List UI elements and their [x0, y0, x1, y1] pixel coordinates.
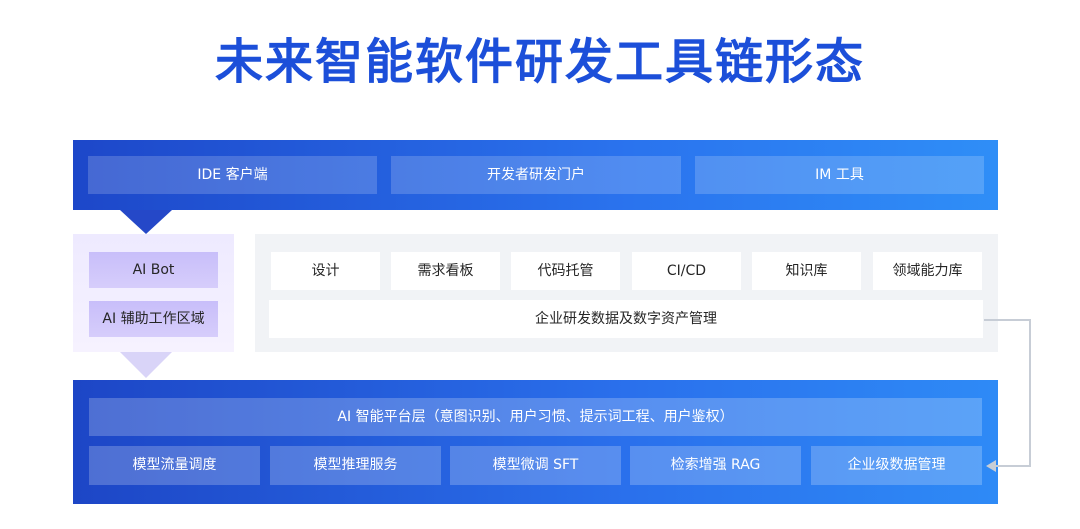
developer-portal-box: 开发者研发门户: [391, 156, 681, 194]
im-tool-box: IM 工具: [695, 156, 984, 194]
connector-line: [984, 319, 1031, 467]
ai-assist-panel: AI Bot AI 辅助工作区域: [73, 234, 234, 352]
diagram-title: 未来智能软件研发工具链形态: [214, 34, 865, 90]
ai-platform-layer: AI 智能平台层（意图识别、用户习惯、提示词工程、用户鉴权） 模型流量调度 模型…: [73, 380, 998, 504]
ide-client-box: IDE 客户端: [88, 156, 377, 194]
data-connector-arrow: [984, 319, 1031, 472]
down-arrow-middle: [120, 352, 172, 378]
model-finetune-box: 模型微调 SFT: [450, 446, 621, 485]
domain-capability-box: 领域能力库: [873, 252, 982, 290]
connector-arrowhead: [986, 460, 996, 472]
ai-platform-title-box: AI 智能平台层（意图识别、用户习惯、提示词工程、用户鉴权）: [89, 398, 982, 436]
model-inference-box: 模型推理服务: [270, 446, 441, 485]
rag-box: 检索增强 RAG: [630, 446, 801, 485]
knowledge-base-box: 知识库: [752, 252, 861, 290]
model-traffic-box: 模型流量调度: [89, 446, 260, 485]
tools-panel: 设计 需求看板 代码托管 CI/CD 知识库 领域能力库 企业研发数据及数字资产…: [255, 234, 998, 352]
enterprise-data-mgmt-box: 企业级数据管理: [811, 446, 982, 485]
ai-workspace-box: AI 辅助工作区域: [89, 301, 218, 337]
ai-bot-box: AI Bot: [89, 252, 218, 288]
cicd-box: CI/CD: [632, 252, 741, 290]
client-layer: IDE 客户端 开发者研发门户 IM 工具: [73, 140, 998, 210]
design-box: 设计: [271, 252, 380, 290]
requirement-board-box: 需求看板: [391, 252, 500, 290]
code-hosting-box: 代码托管: [511, 252, 620, 290]
down-arrow-top: [120, 210, 172, 234]
enterprise-data-box: 企业研发数据及数字资产管理: [269, 300, 983, 338]
